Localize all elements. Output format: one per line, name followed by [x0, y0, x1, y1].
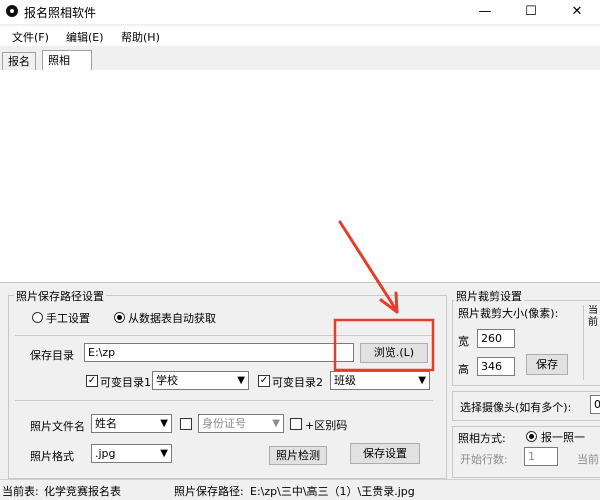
annotation-highlight-box — [333, 318, 435, 372]
annotation-overlay — [333, 220, 435, 372]
photo-path-value: E:\zp\三中\高三（1）\王贵录.jpg — [250, 485, 415, 498]
current-table-label: 当前表: — [2, 485, 39, 498]
status-bar: 当前表: 化学竞赛报名表 照片保存路径: E:\zp\三中\高三（1）\王贵录.… — [0, 479, 600, 500]
annotation-arrow-line — [338, 220, 397, 310]
current-table-value: 化学竞赛报名表 — [44, 485, 121, 498]
photo-path-label: 照片保存路径: — [174, 485, 244, 498]
